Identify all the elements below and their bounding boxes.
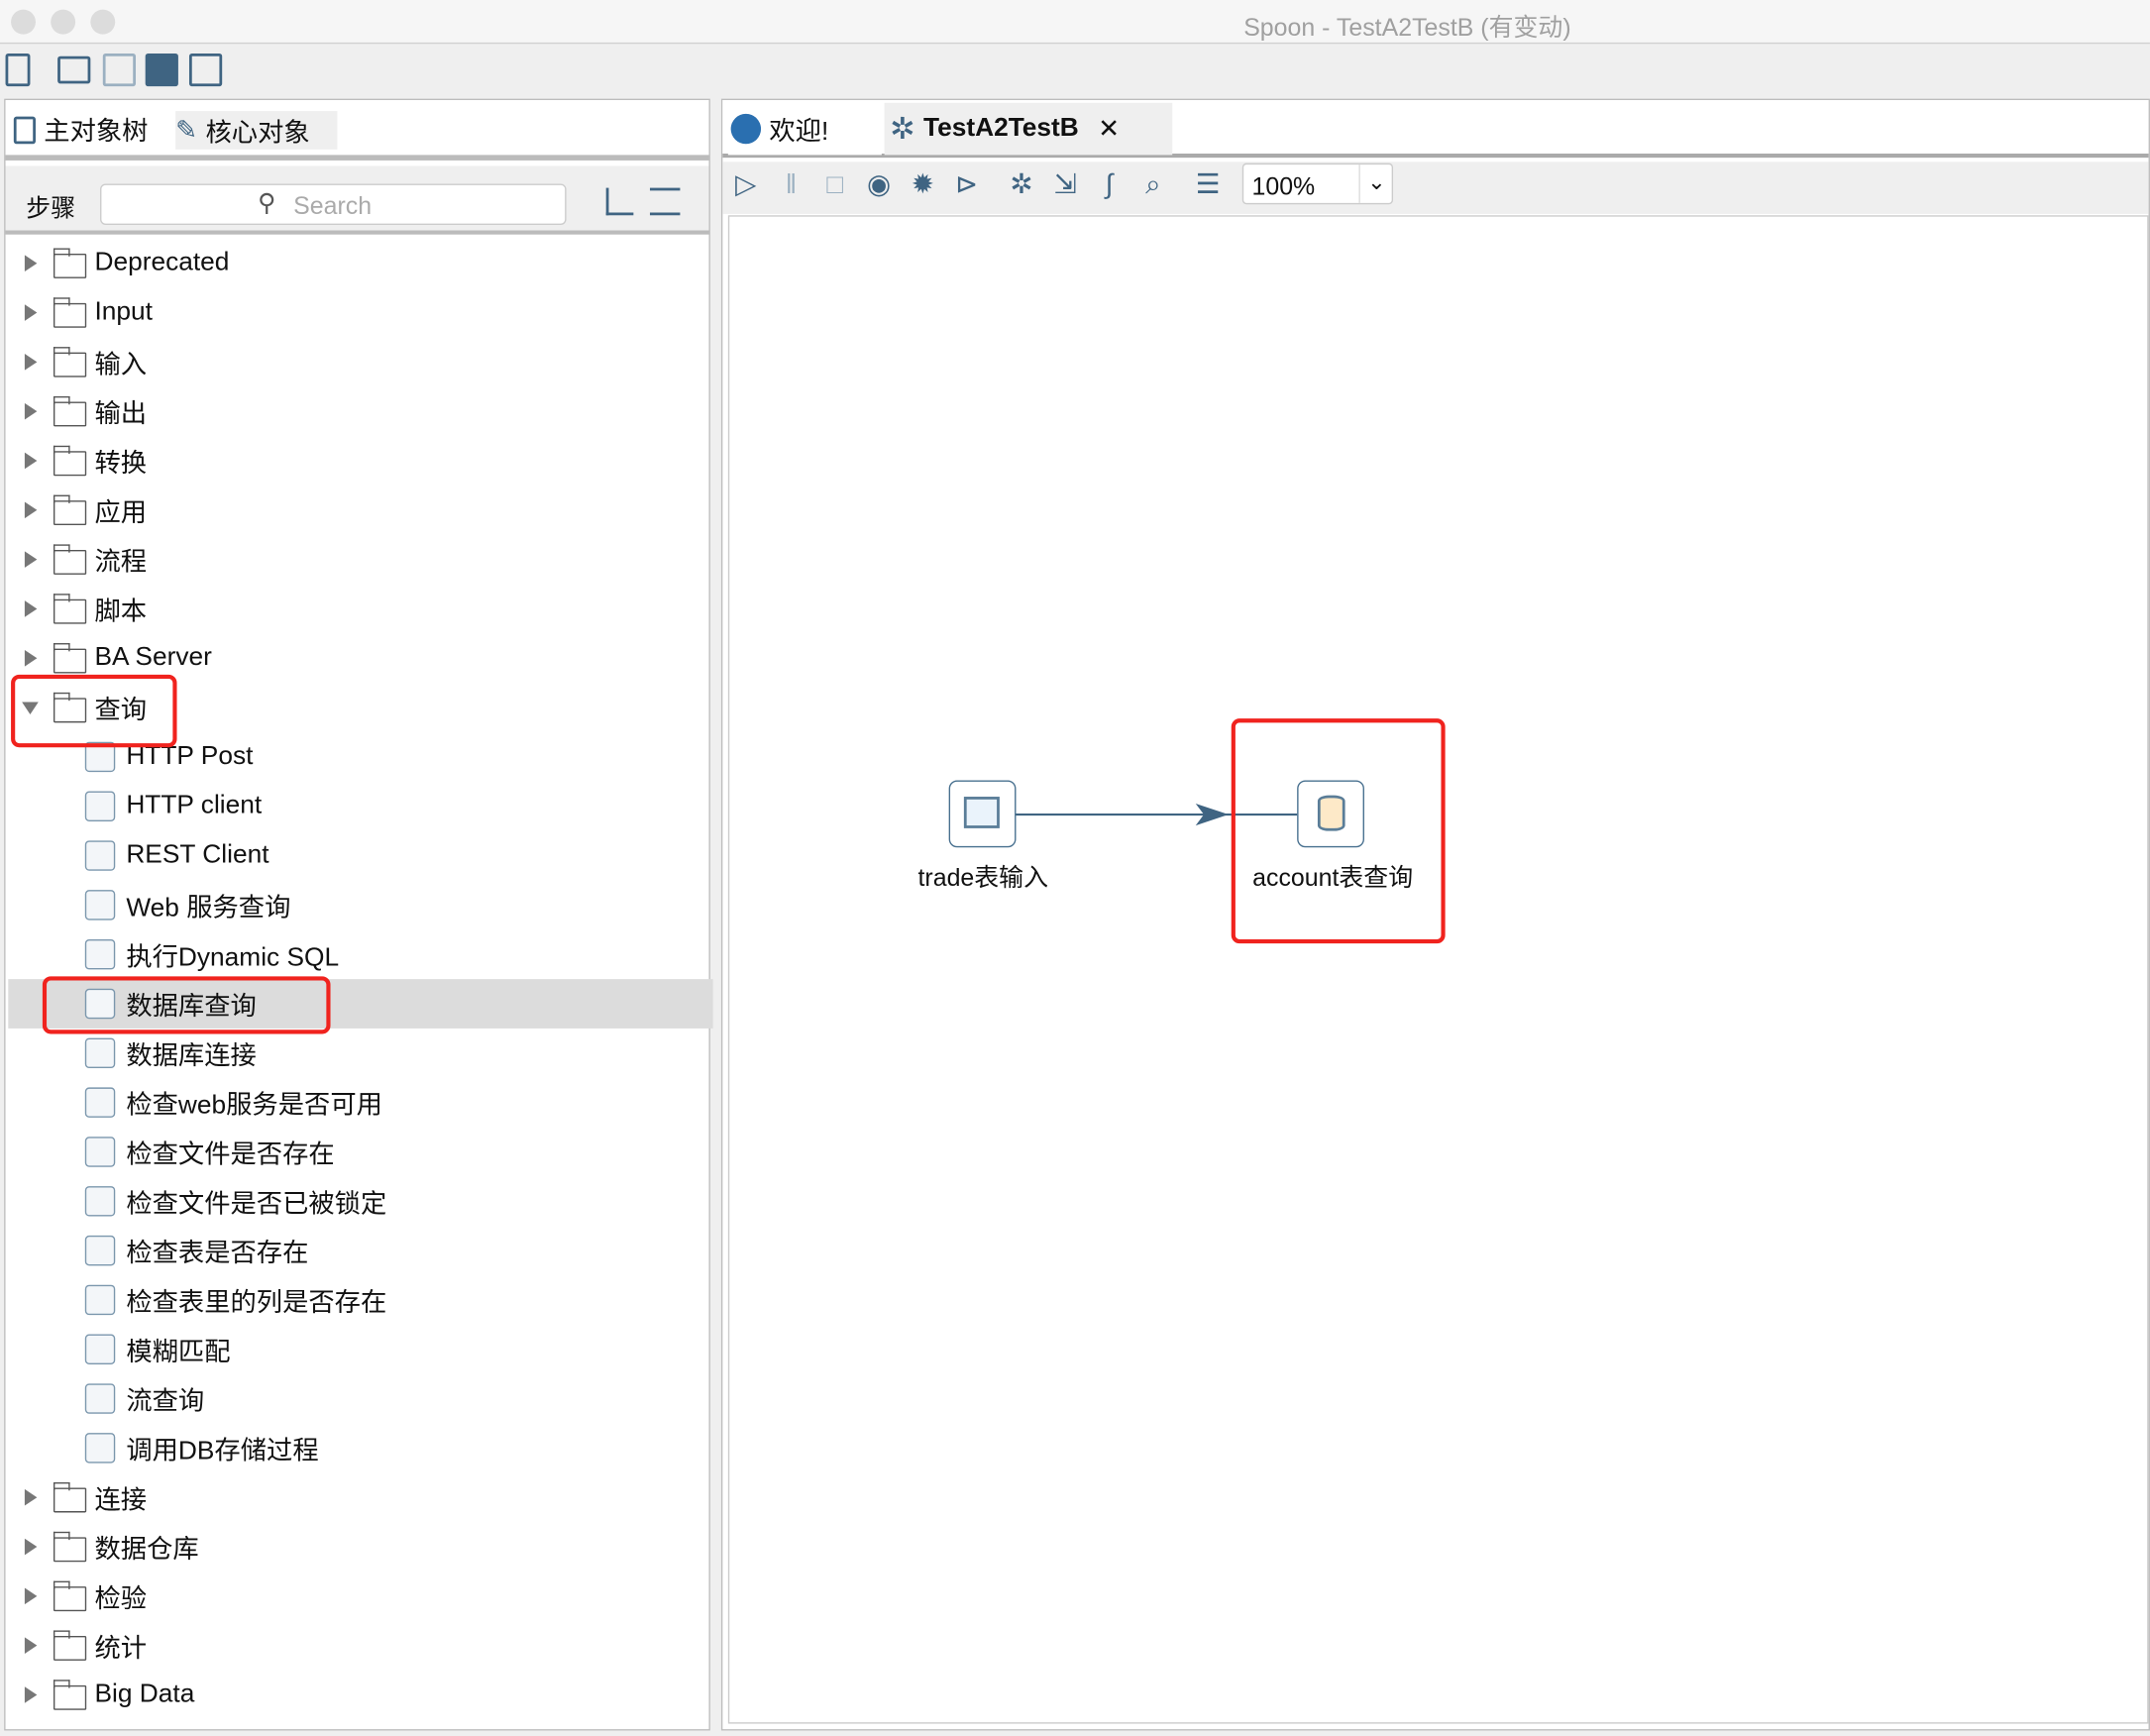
highlight-box-account-node — [1231, 718, 1446, 944]
table-input-icon — [963, 797, 1000, 828]
node-label: trade表输入 — [917, 863, 1049, 892]
spoon-window: Spoon - TestA2TestB (有变动) 主对象树 ✎ 核心对象 步骤… — [0, 0, 2150, 1736]
node-trade-input[interactable] — [948, 780, 1017, 848]
